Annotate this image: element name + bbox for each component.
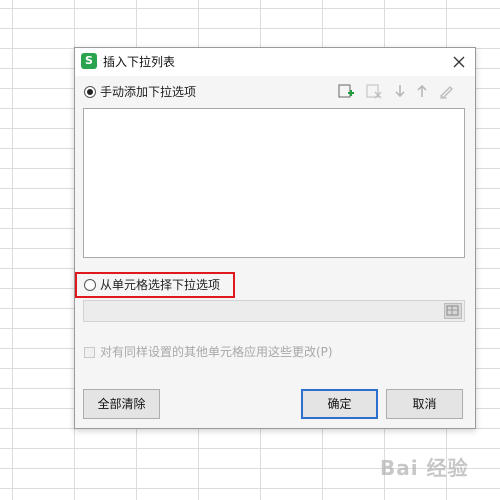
apply-to-similar-label: 对有同样设置的其他单元格应用这些更改(P) bbox=[100, 345, 333, 359]
delete-item-icon bbox=[366, 84, 382, 99]
cell-range-input[interactable] bbox=[83, 300, 465, 322]
move-up-icon bbox=[417, 84, 427, 97]
cell-option-radio[interactable] bbox=[84, 279, 96, 291]
move-down-button[interactable] bbox=[391, 82, 409, 100]
close-icon bbox=[453, 56, 465, 68]
apply-to-similar-checkbox[interactable] bbox=[84, 347, 95, 358]
insert-dropdown-dialog: S 插入下拉列表 手动添加下拉选项 从单元格选择下拉选项 对有同样设置的其他单元… bbox=[74, 47, 476, 429]
edit-item-button[interactable] bbox=[437, 82, 455, 100]
add-item-button[interactable] bbox=[337, 82, 355, 100]
range-select-button[interactable] bbox=[444, 303, 462, 319]
move-down-icon bbox=[395, 85, 405, 98]
wps-spreadsheet-icon: S bbox=[81, 53, 97, 69]
edit-icon bbox=[440, 86, 453, 99]
ok-button[interactable]: 确定 bbox=[301, 389, 378, 419]
cell-option-label[interactable]: 从单元格选择下拉选项 bbox=[100, 277, 220, 293]
move-up-button[interactable] bbox=[413, 82, 431, 100]
cancel-button[interactable]: 取消 bbox=[386, 389, 463, 419]
add-item-icon bbox=[338, 84, 354, 98]
dialog-titlebar: S 插入下拉列表 bbox=[75, 48, 475, 76]
dropdown-options-list[interactable] bbox=[83, 108, 465, 258]
watermark: Bai 经验 bbox=[380, 456, 469, 480]
manual-option-label[interactable]: 手动添加下拉选项 bbox=[100, 84, 196, 100]
dialog-title: 插入下拉列表 bbox=[103, 55, 176, 69]
range-select-icon bbox=[446, 305, 459, 316]
close-button[interactable] bbox=[449, 52, 469, 72]
manual-option-radio[interactable] bbox=[84, 86, 96, 98]
clear-all-button[interactable]: 全部清除 bbox=[83, 389, 160, 419]
delete-item-button[interactable] bbox=[365, 82, 383, 100]
